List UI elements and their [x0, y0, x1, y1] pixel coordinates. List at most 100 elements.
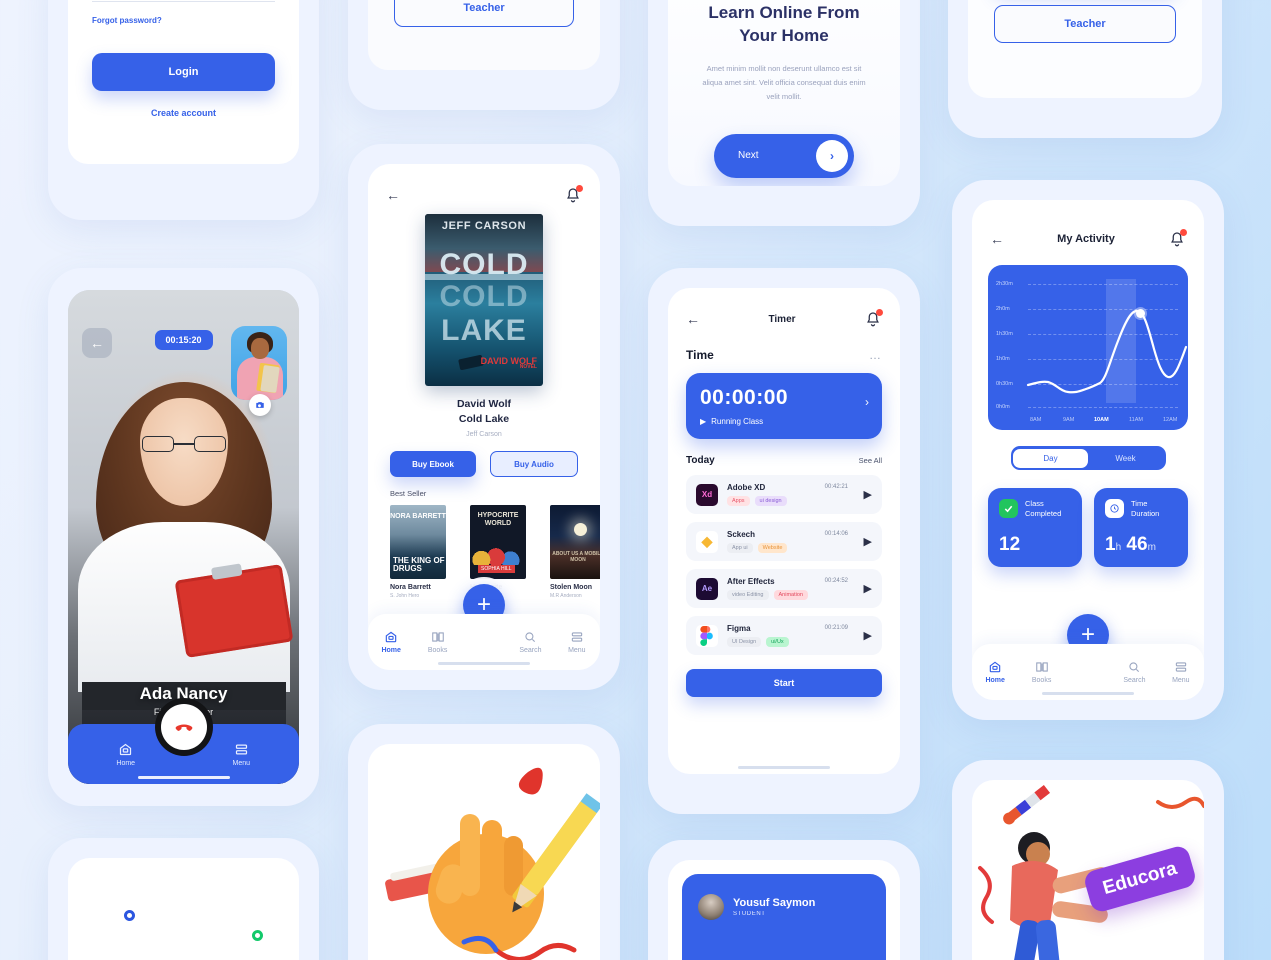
play-icon[interactable]: ▶	[864, 535, 872, 548]
see-all-link[interactable]: See All	[859, 456, 882, 465]
caller-name: Ada Nancy	[139, 684, 228, 703]
activity-duration: 00:14:06	[824, 531, 848, 537]
list-item[interactable]: Xd Adobe XD Apps ui design 00:42:21 ▶	[686, 475, 882, 514]
stat-minutes: 46	[1126, 534, 1148, 555]
home-indicator	[1042, 692, 1134, 695]
play-icon[interactable]: ▶	[864, 488, 872, 501]
login-button[interactable]: Login	[92, 53, 275, 91]
play-icon: ▶	[700, 417, 707, 426]
educora-brand-screen: Educora	[972, 780, 1204, 960]
best-seller-author-1: S. John Hero	[390, 593, 420, 600]
list-item[interactable]: ◆ Sckech App ui Website 00:14:06 ▶	[686, 522, 882, 561]
time-section-heading: Time	[686, 348, 714, 362]
stat-label-line1: Class	[1025, 499, 1044, 509]
nav-item-menu[interactable]: Menu	[1158, 660, 1204, 684]
activity-chart: 2h30m 2h0m 1h30m 1h0m 0h30m 0h0m 8AM 9AM…	[988, 265, 1188, 430]
chevron-right-icon[interactable]: ›	[865, 395, 869, 409]
figma-icon	[696, 624, 718, 647]
onboarding-title-line1: Learn Online From	[708, 3, 860, 22]
best-seller-cover-1: NORA BARRETT THE KING OF DRUGS	[390, 505, 446, 580]
cover-title-1: NORA BARRETT	[390, 513, 446, 521]
stat-label-line2: Duration	[1131, 508, 1160, 518]
chart-xtick: 12AM	[1163, 417, 1178, 423]
nav-label-books: Books	[1031, 677, 1052, 684]
page-title: My Activity	[1057, 233, 1115, 245]
book-cover-image: JEFF CARSON COLD COLD LAKE DAVID WOLF NO…	[425, 214, 543, 386]
buy-audio-button[interactable]: Buy Audio	[490, 451, 578, 478]
timer-display-card[interactable]: 00:00:00 ▶ Running Class ›	[686, 373, 882, 439]
student-profile-screen: Yousuf Saymon STUDENT	[668, 860, 900, 960]
activity-tag: video Editing	[727, 590, 769, 600]
play-icon[interactable]: ▶	[864, 629, 872, 642]
list-item[interactable]: Ae After Effects video Editing Animation…	[686, 569, 882, 608]
running-class-label: Running Class	[711, 417, 764, 426]
home-indicator	[438, 662, 530, 665]
cover-series-sub: NOVEL	[519, 364, 537, 371]
create-account-link[interactable]: Create account	[92, 108, 275, 118]
best-seller-item-1[interactable]: NORA BARRETT THE KING OF DRUGS Nora Barr…	[390, 505, 446, 599]
segment-week[interactable]: Week	[1088, 449, 1163, 468]
activity-duration: 00:24:52	[824, 578, 848, 584]
list-item[interactable]: Figma UI Design ui/Ux 00:21:09 ▶	[686, 616, 882, 655]
nav-item-home[interactable]: Home	[972, 660, 1018, 684]
chevron-right-icon: ›	[816, 139, 848, 172]
back-icon[interactable]: ←	[990, 231, 1004, 247]
role-select-top-frame: Student Teacher	[348, 0, 620, 110]
notification-bell-icon[interactable]	[864, 309, 883, 328]
teacher-role-button[interactable]: Teacher	[394, 0, 574, 27]
buy-ebook-button[interactable]: Buy Ebook	[390, 451, 476, 478]
call-timer: 00:15:20	[154, 330, 213, 350]
best-seller-title-1: Nora Barrett	[390, 584, 431, 592]
nav-label-menu: Menu	[1172, 677, 1190, 684]
book-detail-frame: ← JEFF CARSON COLD COLD LAKE DAVID WOLF …	[348, 144, 620, 690]
student-profile-frame: Yousuf Saymon STUDENT	[648, 840, 920, 960]
notification-bell-icon[interactable]	[1168, 229, 1187, 248]
clock-icon	[1105, 499, 1124, 518]
activity-tag: Apps	[727, 496, 750, 506]
chart-marker-point	[1136, 309, 1145, 318]
next-label: Next	[738, 150, 759, 161]
nav-item-search[interactable]: Search	[1111, 660, 1157, 684]
more-options-icon[interactable]: …	[869, 348, 882, 362]
back-icon[interactable]: ←	[82, 328, 112, 358]
best-seller-item-3[interactable]: ABOUT US A MOBILE MOON Stolen Moon M.R A…	[550, 505, 600, 599]
timer-frame: ← Timer Time … 00:00:00 ▶ Running Class	[648, 268, 920, 814]
illustration-hand-frame	[348, 724, 620, 960]
start-button[interactable]: Start	[686, 669, 882, 697]
nav-item-home[interactable]: Home	[68, 742, 184, 767]
activity-list: Xd Adobe XD Apps ui design 00:42:21 ▶ ◆	[686, 475, 882, 655]
nav-label-menu: Menu	[232, 759, 250, 767]
nav-item-books[interactable]: Books	[1018, 660, 1064, 684]
best-seller-cover-2: HYPOCRITE WORLD SOPHIA HILL	[470, 505, 526, 580]
camera-toggle-icon[interactable]	[249, 394, 271, 416]
segment-day[interactable]: Day	[1013, 448, 1088, 468]
next-button[interactable]: Next ›	[714, 133, 854, 178]
nav-item-menu[interactable]: Menu	[554, 630, 600, 654]
chart-xtick-active: 10AM	[1094, 417, 1109, 423]
self-video-thumbnail[interactable]	[231, 326, 287, 400]
nav-item-books[interactable]: Books	[414, 630, 460, 654]
blue-dot-icon	[124, 910, 135, 921]
student-role: STUDENT	[733, 911, 766, 917]
nav-item-search[interactable]: Search	[507, 630, 553, 654]
activity-tag: ui design	[754, 496, 787, 506]
clipboard-prop	[174, 564, 294, 658]
stat-label-line2: Completed	[1025, 508, 1062, 518]
nav-label-search: Search	[519, 647, 542, 654]
forgot-password-link[interactable]: Forgot password?	[92, 16, 275, 25]
onboarding-frame: Learn Online From Your Home Amet minim m…	[648, 0, 920, 226]
nav-item-home[interactable]: Home	[368, 630, 414, 654]
end-call-button[interactable]	[160, 704, 207, 750]
notification-bell-icon[interactable]	[564, 185, 583, 204]
best-seller-title-3: Stolen Moon	[550, 584, 592, 592]
teacher-role-button-right[interactable]: Teacher	[994, 5, 1176, 43]
video-call-screen: ← 00:15:20 Ada Nancy Figma Teacher Home	[68, 290, 299, 784]
home-indicator	[137, 776, 230, 779]
day-week-toggle[interactable]: Day Week	[1010, 446, 1166, 470]
back-icon[interactable]: ←	[386, 187, 400, 203]
play-icon[interactable]: ▶	[864, 582, 872, 595]
nav-item-menu[interactable]: Menu	[184, 742, 300, 767]
book-title-line1: David Wolf	[456, 398, 512, 410]
back-icon[interactable]: ←	[686, 311, 700, 327]
my-activity-screen: ← My Activity 2h30m 2h0m 1h30m 1h0m 0h30…	[972, 200, 1204, 700]
